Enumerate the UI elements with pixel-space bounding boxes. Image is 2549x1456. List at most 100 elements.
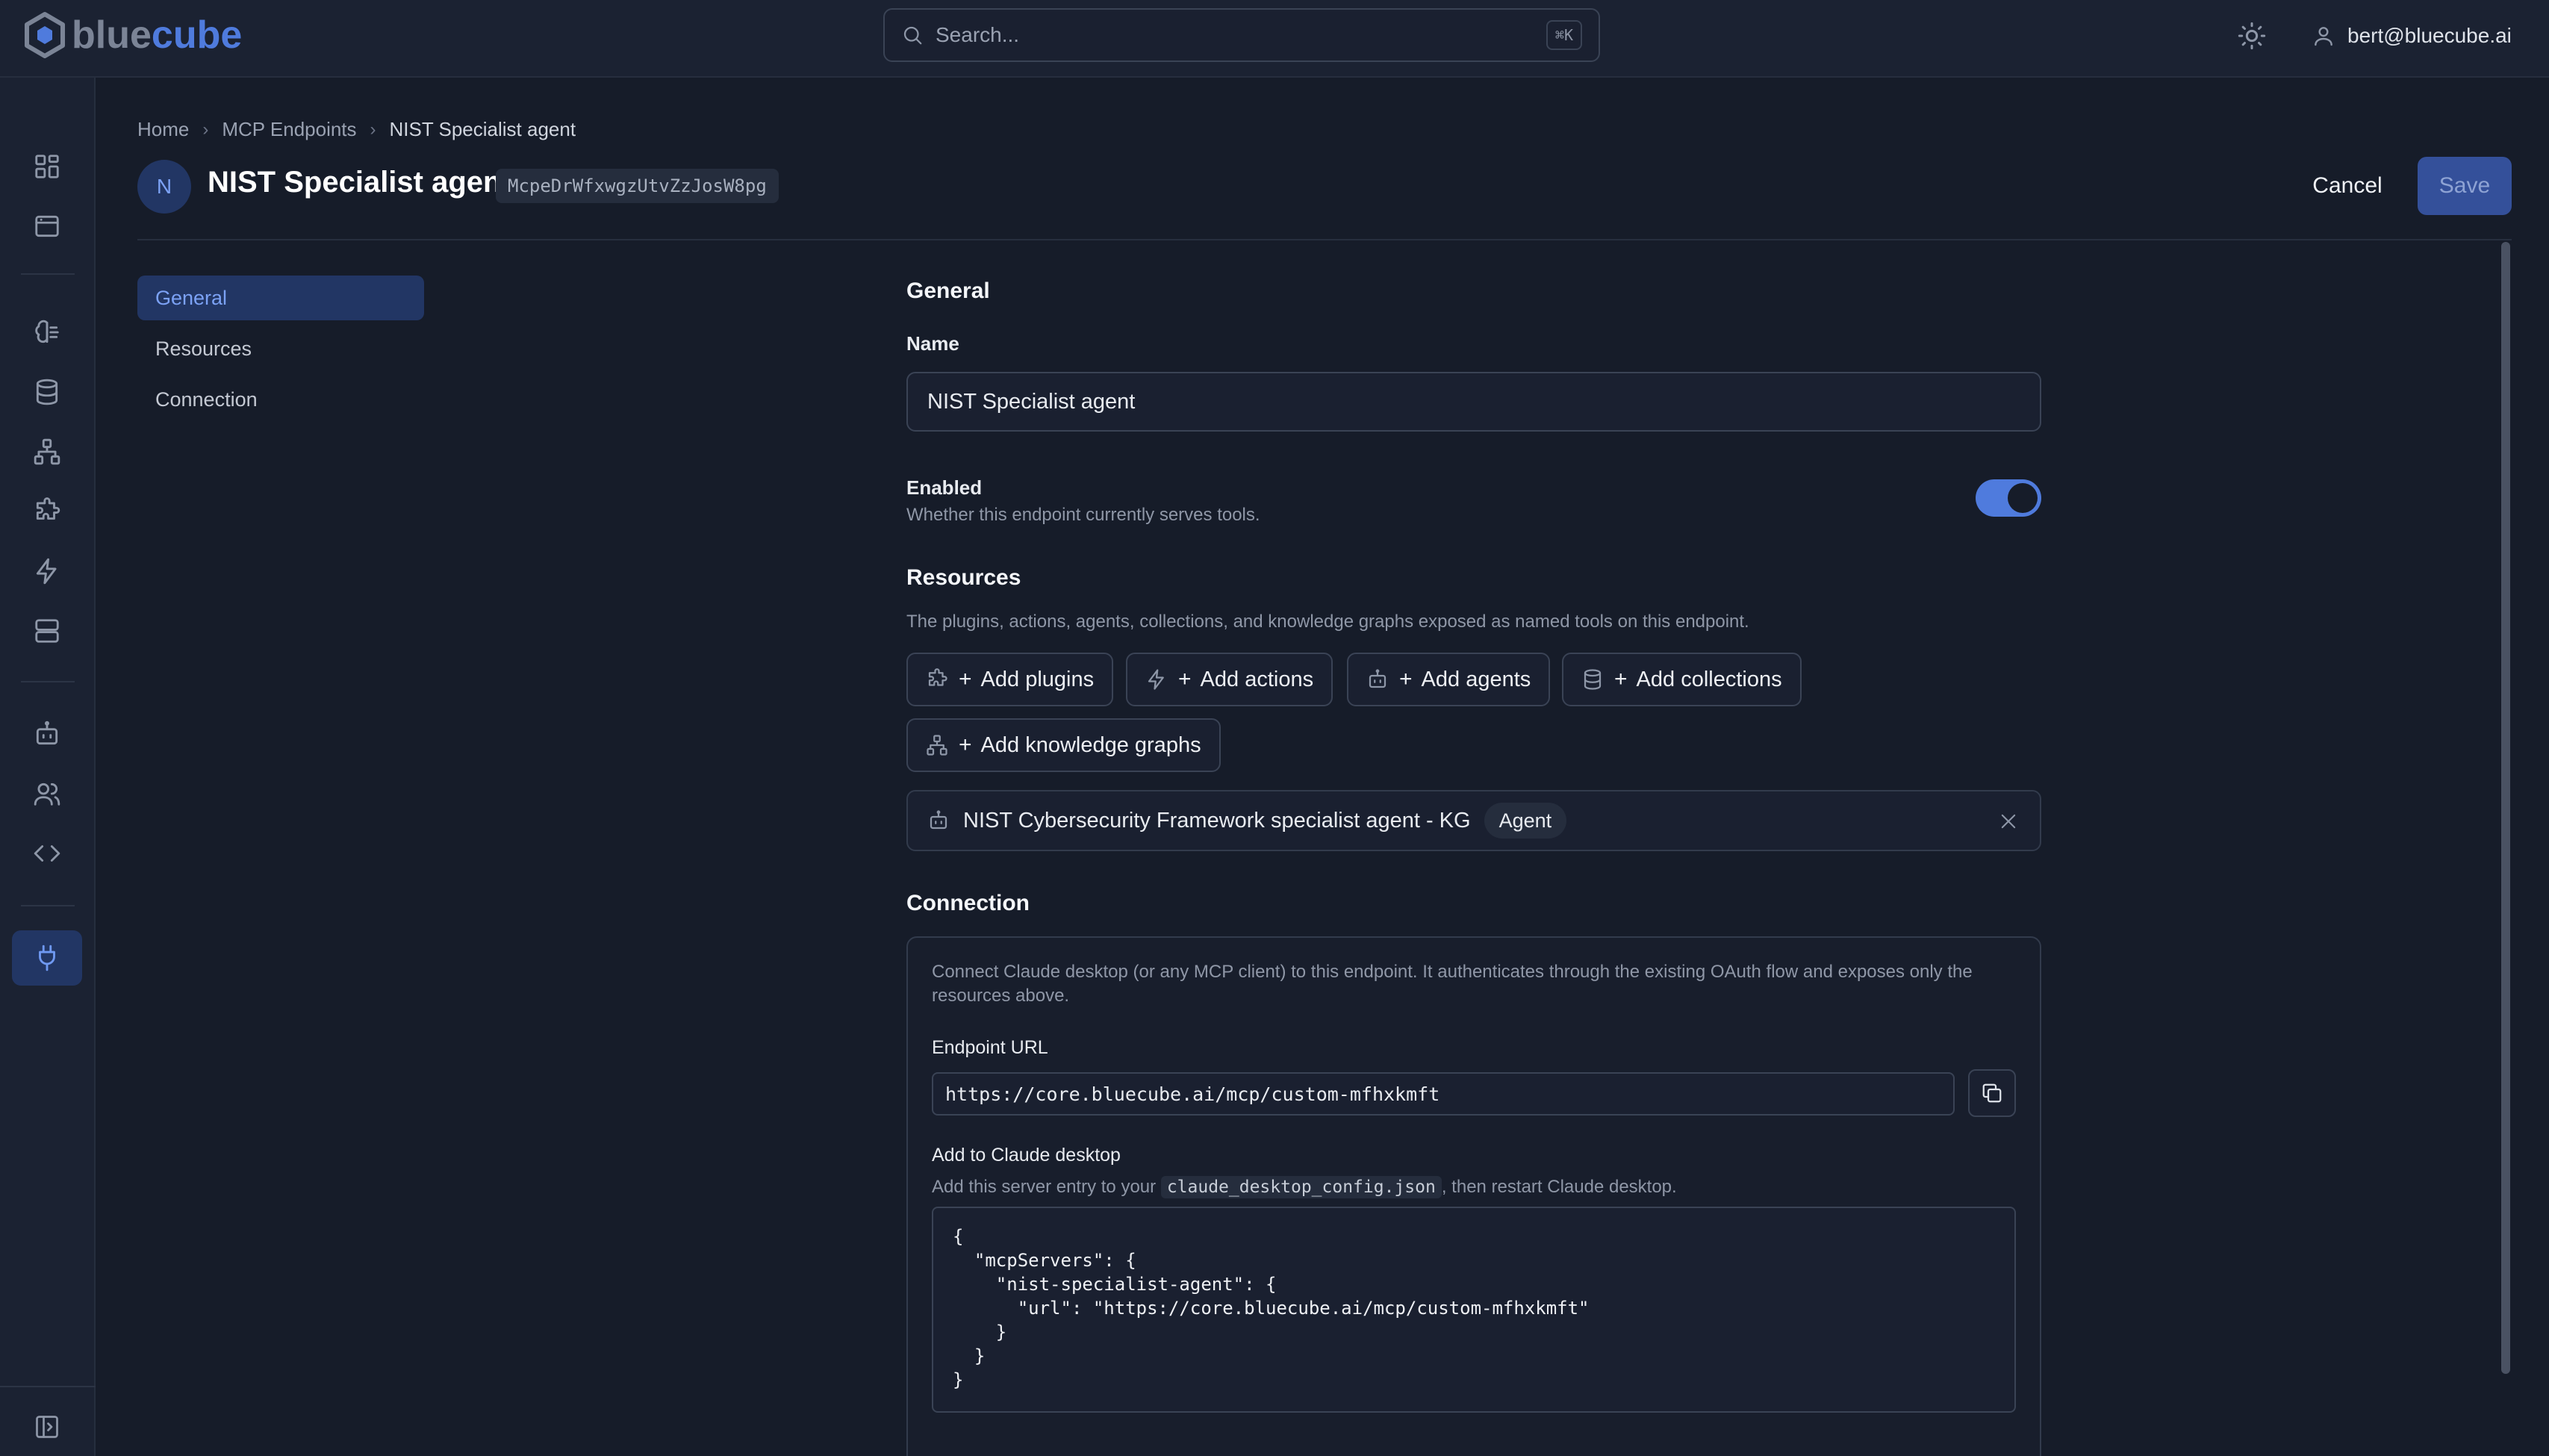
sidebar-toggle-icon	[36, 1416, 58, 1438]
rail-servers[interactable]	[12, 603, 82, 659]
search-input[interactable]	[936, 23, 1546, 47]
rail-mcp-endpoints[interactable]	[12, 930, 82, 986]
resource-item: NIST Cybersecurity Framework specialist …	[906, 790, 2041, 851]
scrollbar-thumb[interactable]	[2501, 242, 2510, 1374]
grid-icon	[35, 155, 59, 178]
app-logo[interactable]: bluecube	[21, 9, 242, 61]
search-box[interactable]: ⌘K	[883, 8, 1600, 62]
rail-actions[interactable]	[12, 544, 82, 599]
rail-models[interactable]	[12, 305, 82, 360]
copy-icon	[1982, 1083, 2002, 1103]
network-icon	[34, 438, 60, 465]
database-icon	[36, 379, 58, 405]
rail-browser[interactable]	[12, 199, 82, 254]
toggle-knob	[2008, 483, 2038, 513]
plus-sign: +	[959, 667, 972, 691]
plus-sign: +	[959, 732, 972, 757]
rail-dashboard[interactable]	[12, 139, 82, 194]
add-plugins-label: Add plugins	[980, 667, 1095, 691]
endpoint-url-label: Endpoint URL	[932, 1037, 1048, 1058]
user-icon	[2315, 27, 2332, 46]
user-email: bert@bluecube.ai	[2347, 24, 2512, 47]
sidenav-item-connection[interactable]: Connection	[137, 377, 424, 422]
breadcrumb: Home › MCP Endpoints › NIST Specialist a…	[137, 118, 576, 141]
add-knowledge-graphs-label: Add knowledge graphs	[980, 732, 1201, 757]
name-input[interactable]	[906, 372, 2041, 432]
sun-icon	[2238, 22, 2266, 50]
add-actions-button[interactable]: + Add actions	[1126, 653, 1333, 706]
robot-icon	[1369, 669, 1386, 688]
plus-sign: +	[1399, 667, 1413, 691]
breadcrumb-home[interactable]: Home	[137, 118, 189, 141]
resource-name: NIST Cybersecurity Framework specialist …	[963, 808, 1471, 833]
lightning-icon	[36, 558, 57, 585]
breadcrumb-separator: ›	[370, 119, 376, 140]
general-heading: General	[906, 279, 990, 303]
plus-sign: +	[1614, 667, 1628, 691]
resources-description: The plugins, actions, agents, collection…	[906, 612, 1749, 632]
endpoint-id-badge: McpeDrWfxwgzUtvZzJosW8pg	[496, 169, 779, 203]
claude-desktop-label: Add to Claude desktop	[932, 1145, 1121, 1166]
enabled-label: Enabled	[906, 476, 983, 499]
rail-developer[interactable]	[12, 826, 82, 881]
enabled-help-text: Whether this endpoint currently serves t…	[906, 505, 1260, 525]
cancel-button[interactable]: Cancel	[2298, 157, 2397, 215]
connection-heading: Connection	[906, 891, 1030, 915]
resource-type-badge: Agent	[1484, 803, 1567, 839]
copy-url-button[interactable]	[1968, 1069, 2016, 1117]
rail-collections[interactable]	[12, 364, 82, 420]
config-filename: claude_desktop_config.json	[1160, 1176, 1442, 1198]
breadcrumb-separator: ›	[202, 119, 209, 140]
lightning-icon	[1148, 669, 1164, 690]
breadcrumb-mcp-endpoints[interactable]: MCP Endpoints	[222, 118, 356, 141]
users-icon	[34, 783, 60, 806]
close-icon[interactable]	[1998, 811, 2019, 832]
theme-toggle-button[interactable]	[2237, 21, 2267, 51]
enabled-toggle[interactable]	[1976, 479, 2041, 517]
config-json-block[interactable]: { "mcpServers": { "nist-specialist-agent…	[932, 1207, 2016, 1413]
collapse-sidebar-button[interactable]	[12, 1399, 82, 1455]
server-icon	[35, 619, 59, 643]
top-bar: bluecube ⌘K bert@bluecube.ai	[0, 0, 2549, 78]
add-agents-button[interactable]: + Add agents	[1347, 653, 1551, 706]
add-actions-label: Add actions	[1200, 667, 1314, 691]
left-rail	[0, 78, 96, 1456]
endpoint-avatar: N	[137, 160, 191, 214]
brain-icon	[35, 320, 59, 343]
puzzle-icon	[36, 497, 60, 520]
sidenav-item-general[interactable]: General	[137, 276, 424, 320]
rail-knowledge-graphs[interactable]	[12, 424, 82, 479]
save-button[interactable]: Save	[2418, 157, 2512, 215]
sidenav-item-resources[interactable]: Resources	[137, 326, 424, 371]
robot-icon	[930, 810, 947, 830]
code-icon	[34, 845, 60, 862]
endpoint-url-field[interactable]	[932, 1072, 1955, 1116]
header-divider	[137, 239, 2512, 240]
breadcrumb-current: NIST Specialist agent	[389, 118, 576, 140]
claude-desktop-help: Add this server entry to your claude_des…	[932, 1176, 1677, 1198]
add-plugins-button[interactable]: + Add plugins	[906, 653, 1114, 706]
add-knowledge-graphs-button[interactable]: + Add knowledge graphs	[906, 718, 1221, 772]
page-title: NIST Specialist agent	[208, 166, 511, 199]
add-agents-label: Add agents	[1421, 667, 1531, 691]
resources-heading: Resources	[906, 565, 1021, 590]
plus-sign: +	[1178, 667, 1192, 691]
user-menu[interactable]: bert@bluecube.ai	[2312, 18, 2512, 54]
add-collections-button[interactable]: + Add collections	[1562, 653, 1802, 706]
puzzle-icon	[928, 668, 947, 686]
rail-plugins[interactable]	[12, 484, 82, 539]
search-shortcut-badge: ⌘K	[1546, 20, 1582, 50]
add-collections-label: Add collections	[1636, 667, 1782, 691]
database-icon	[1584, 669, 1602, 690]
connection-description: Connect Claude desktop (or any MCP clien…	[932, 962, 1973, 1006]
claude-help-after: , then restart Claude desktop.	[1441, 1177, 1677, 1197]
network-icon	[927, 735, 947, 756]
plug-icon	[39, 945, 55, 971]
search-icon	[903, 26, 922, 45]
logo-wordmark: bluecube	[72, 13, 243, 57]
robot-icon	[36, 721, 58, 745]
claude-help-before: Add this server entry to your	[932, 1177, 1157, 1197]
rail-users[interactable]	[12, 766, 82, 821]
rail-agents[interactable]	[12, 706, 82, 762]
cube-logo-icon	[25, 12, 65, 58]
